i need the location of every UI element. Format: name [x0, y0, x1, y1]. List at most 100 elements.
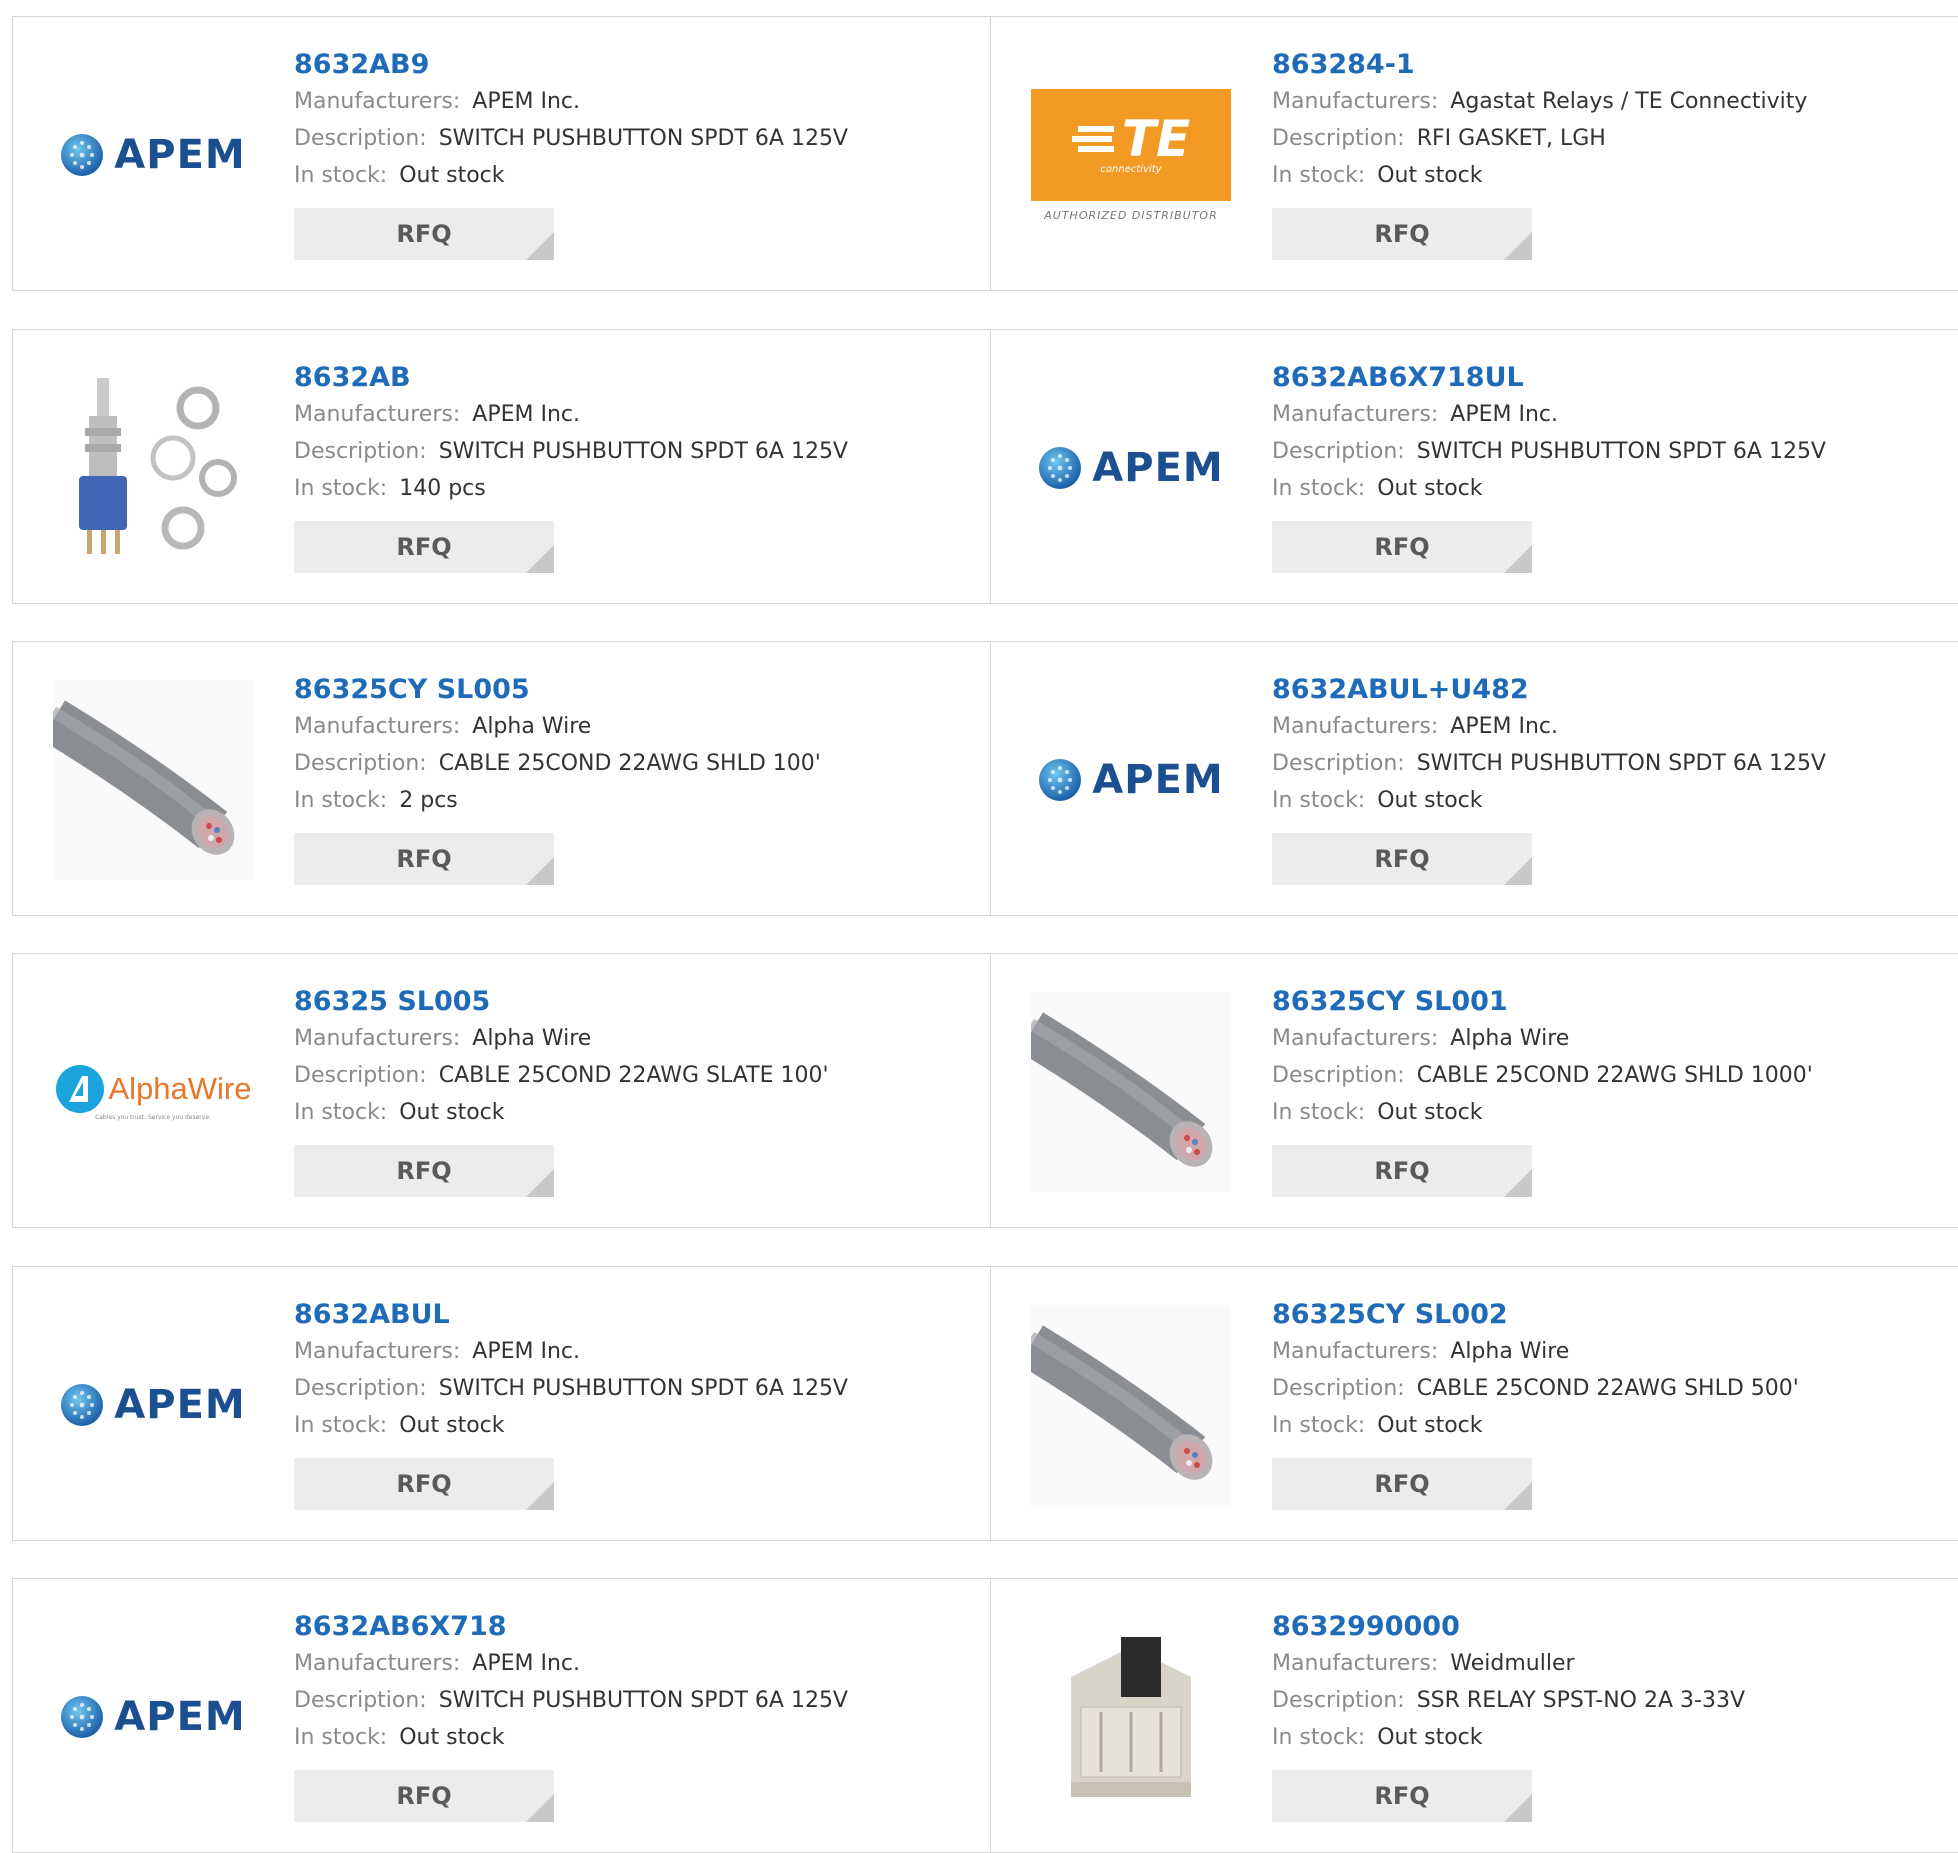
manufacturer-value: APEM Inc.	[1450, 714, 1558, 739]
manufacturer-value: APEM Inc.	[1450, 402, 1558, 427]
product-image[interactable]	[1031, 992, 1231, 1192]
description-field: Description: CABLE 25COND 22AWG SHLD 1000…	[1272, 1057, 1949, 1094]
apem-globe-icon	[61, 134, 104, 176]
description-value: SWITCH PUSHBUTTON SPDT 6A 125V	[1416, 751, 1826, 776]
part-number-link[interactable]: 8632990000	[1272, 1609, 1949, 1645]
stock-value: Out stock	[399, 1413, 505, 1438]
rfq-button[interactable]: RFQ	[294, 208, 554, 260]
manufacturer-value: Alpha Wire	[1450, 1339, 1570, 1364]
ssr-relay-photo	[1031, 1617, 1231, 1817]
rfq-button[interactable]: RFQ	[1272, 208, 1532, 260]
stock-label: In stock:	[1272, 788, 1366, 813]
apem-globe-icon	[1039, 759, 1082, 801]
product-image[interactable]: APEM	[1031, 368, 1231, 568]
manufacturer-label: Manufacturers:	[294, 1339, 461, 1364]
apem-logo: APEM	[60, 1694, 245, 1740]
part-number-link[interactable]: 8632AB9	[294, 47, 980, 83]
cable-photo	[1031, 1305, 1231, 1505]
part-number-link[interactable]: 8632ABUL+U482	[1272, 672, 1949, 708]
rfq-button[interactable]: RFQ	[294, 1145, 554, 1197]
rfq-button[interactable]: RFQ	[1272, 1770, 1532, 1822]
rfq-button[interactable]: RFQ	[1272, 1145, 1532, 1197]
rfq-corner-decoration	[1504, 232, 1532, 260]
part-number-link[interactable]: 86325CY SL002	[1272, 1297, 1949, 1333]
product-image[interactable]: TE connectivity AUTHORIZED DISTRIBUTOR	[1031, 55, 1231, 255]
product-row: AlphaWire Cables you trust. Service you …	[12, 953, 1958, 1228]
stock-label: In stock:	[294, 163, 388, 188]
rfq-button[interactable]: RFQ	[1272, 833, 1532, 885]
product-row: 86325CY SL005 Manufacturers: Alpha Wire D…	[12, 641, 1958, 916]
manufacturer-label: Manufacturers:	[294, 1026, 461, 1051]
apem-globe-icon	[1039, 447, 1082, 489]
manufacturer-value: APEM Inc.	[472, 89, 580, 114]
stock-field: In stock: Out stock	[294, 1094, 980, 1131]
product-card: AlphaWire Cables you trust. Service you …	[13, 954, 991, 1227]
part-number-link[interactable]: 86325 SL005	[294, 984, 980, 1020]
manufacturer-value: Weidmuller	[1450, 1651, 1575, 1676]
product-image[interactable]	[1031, 1305, 1231, 1505]
stock-field: In stock: Out stock	[294, 1719, 980, 1756]
stock-field: In stock: Out stock	[1272, 1094, 1949, 1131]
part-number-link[interactable]: 8632ABUL	[294, 1297, 980, 1333]
manufacturer-field: Manufacturers: APEM Inc.	[294, 1333, 980, 1370]
part-number-link[interactable]: 86325CY SL001	[1272, 984, 1949, 1020]
description-value: CABLE 25COND 22AWG SHLD 1000'	[1416, 1063, 1813, 1088]
product-image[interactable]: APEM	[53, 55, 253, 255]
manufacturer-label: Manufacturers:	[294, 714, 461, 739]
stock-value: Out stock	[1377, 1725, 1483, 1750]
rfq-label: RFQ	[1374, 845, 1430, 873]
manufacturer-field: Manufacturers: APEM Inc.	[294, 396, 980, 433]
manufacturer-field: Manufacturers: Alpha Wire	[294, 1020, 980, 1057]
rfq-button[interactable]: RFQ	[1272, 521, 1532, 573]
product-card: APEM 8632AB9 Manufacturers: APEM Inc. Des…	[13, 17, 991, 290]
product-row: 8632AB Manufacturers: APEM Inc. Descripti…	[12, 329, 1958, 604]
description-field: Description: RFI GASKET, LGH	[1272, 120, 1949, 157]
part-number-link[interactable]: 863284-1	[1272, 47, 1949, 83]
rfq-button[interactable]: RFQ	[294, 521, 554, 573]
apem-logo: APEM	[60, 132, 245, 178]
product-card: 8632990000 Manufacturers: Weidmuller Desc…	[991, 1579, 1958, 1852]
part-number-link[interactable]: 8632AB6X718UL	[1272, 360, 1949, 396]
product-image[interactable]: APEM	[53, 1617, 253, 1817]
part-number-link[interactable]: 86325CY SL005	[294, 672, 980, 708]
product-info: 8632AB6X718UL Manufacturers: APEM Inc. De…	[1272, 360, 1949, 573]
stock-value: Out stock	[1377, 163, 1483, 188]
manufacturer-label: Manufacturers:	[1272, 714, 1439, 739]
part-number-link[interactable]: 8632AB6X718	[294, 1609, 980, 1645]
rfq-button[interactable]: RFQ	[1272, 1458, 1532, 1510]
description-field: Description: SWITCH PUSHBUTTON SPDT 6A 12…	[1272, 745, 1949, 782]
product-card: APEM 8632AB6X718UL Manufacturers: APEM In…	[991, 330, 1958, 603]
rfq-label: RFQ	[396, 533, 452, 561]
rfq-button[interactable]: RFQ	[294, 1770, 554, 1822]
rfq-label: RFQ	[1374, 1157, 1430, 1185]
description-label: Description:	[1272, 439, 1405, 464]
rfq-corner-decoration	[526, 232, 554, 260]
product-card: 86325CY SL002 Manufacturers: Alpha Wire D…	[991, 1267, 1958, 1540]
apem-logo: APEM	[1038, 445, 1223, 491]
product-image[interactable]: APEM	[1031, 680, 1231, 880]
manufacturer-value: Alpha Wire	[472, 714, 592, 739]
product-image[interactable]: AlphaWire Cables you trust. Service you …	[53, 992, 253, 1192]
manufacturer-field: Manufacturers: APEM Inc.	[294, 83, 980, 120]
product-info: 86325CY SL005 Manufacturers: Alpha Wire D…	[294, 672, 980, 885]
product-image[interactable]	[53, 368, 253, 568]
stock-label: In stock:	[294, 788, 388, 813]
description-field: Description: CABLE 25COND 22AWG SHLD 500'	[1272, 1370, 1949, 1407]
description-field: Description: SWITCH PUSHBUTTON SPDT 6A 12…	[294, 1370, 980, 1407]
description-label: Description:	[294, 1063, 427, 1088]
rfq-corner-decoration	[526, 1169, 554, 1197]
product-image[interactable]	[1031, 1617, 1231, 1817]
manufacturer-field: Manufacturers: Weidmuller	[1272, 1645, 1949, 1682]
product-row: APEM 8632ABUL Manufacturers: APEM Inc. De…	[12, 1266, 1958, 1541]
product-image[interactable]: APEM	[53, 1305, 253, 1505]
part-number-link[interactable]: 8632AB	[294, 360, 980, 396]
alphawire-logo: AlphaWire Cables you trust. Service you …	[55, 1064, 252, 1121]
product-image[interactable]	[53, 680, 253, 880]
description-label: Description:	[294, 1688, 427, 1713]
stock-label: In stock:	[294, 476, 388, 501]
rfq-button[interactable]: RFQ	[294, 1458, 554, 1510]
rfq-corner-decoration	[1504, 545, 1532, 573]
manufacturer-label: Manufacturers:	[294, 89, 461, 114]
rfq-button[interactable]: RFQ	[294, 833, 554, 885]
apem-logo: APEM	[1038, 757, 1223, 803]
